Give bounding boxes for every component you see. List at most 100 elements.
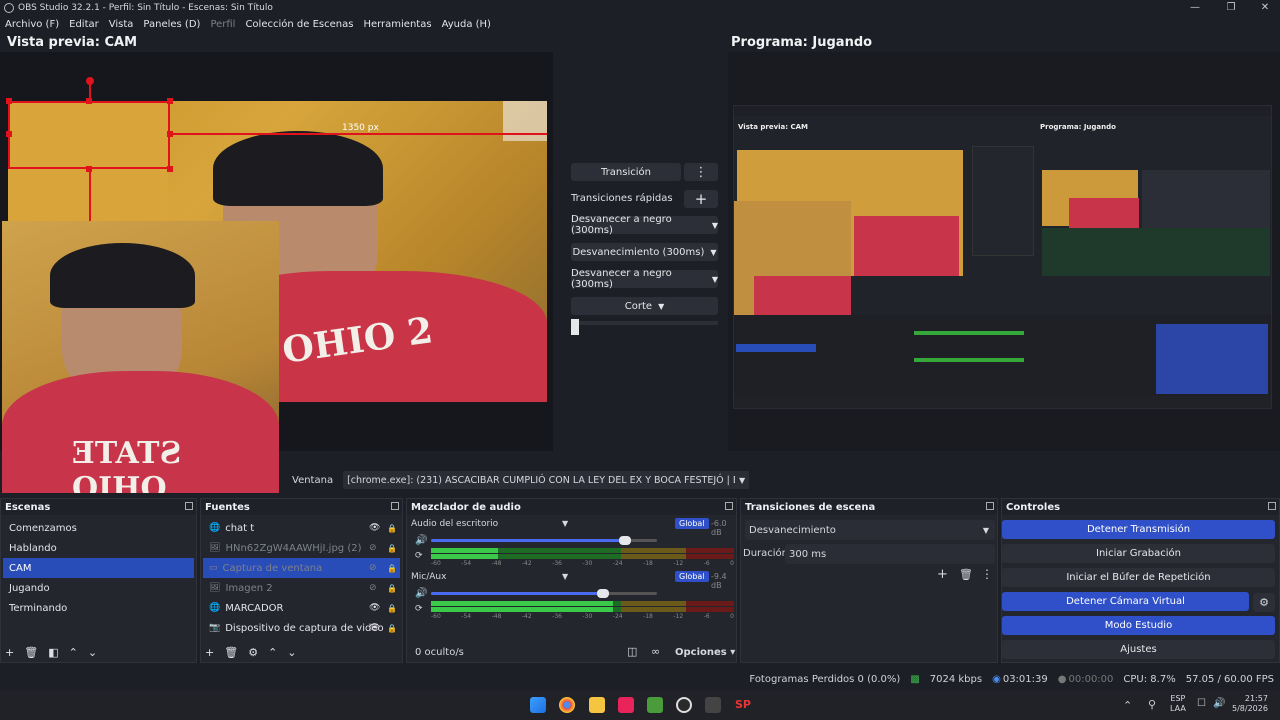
dock-float-icon[interactable] (391, 502, 399, 510)
add-source-icon[interactable]: + (205, 646, 214, 659)
window-select[interactable]: [chrome.exe]: (231) ASCACIBAR CUMPLIÓ CO… (343, 471, 738, 489)
selection-box[interactable] (8, 101, 170, 169)
eye-icon[interactable]: 👁 (369, 523, 380, 533)
trash-icon[interactable]: 🗑 (24, 646, 38, 659)
quick-transition-button[interactable]: Desvanecer a negro (300ms) ▼ (571, 214, 718, 236)
eye-icon[interactable]: 👁 (369, 623, 380, 633)
monitor-icon[interactable]: ☐ (1197, 698, 1206, 709)
scene-item[interactable]: Jugando (3, 578, 194, 598)
lock-icon[interactable]: 🔒 (387, 624, 397, 633)
menu-item-0[interactable]: Archivo (F) (5, 19, 59, 30)
source-item[interactable]: 🌐 chat t 👁 🔒 (203, 518, 400, 538)
source-item[interactable]: 📷 Dispositivo de captura de video 👁 🔒 (203, 618, 400, 638)
menu-item-7[interactable]: Ayuda (H) (442, 19, 491, 30)
maximize-button[interactable]: ❐ (1214, 0, 1248, 15)
duration-spinbox[interactable]: 300 ms (785, 544, 995, 564)
chrome-icon[interactable] (559, 697, 575, 713)
dock-float-icon[interactable] (185, 502, 193, 510)
dock-float-icon[interactable] (986, 502, 994, 510)
channel-menu-icon[interactable]: ▼ (562, 572, 568, 581)
chevron-down-icon[interactable]: ▼ (735, 471, 750, 489)
control-button[interactable]: Detener Cámara Virtual (1002, 592, 1249, 611)
scene-item[interactable]: Comenzamos (3, 518, 194, 538)
obs-icon[interactable] (676, 697, 692, 713)
monitor-icon[interactable]: ⟳ (415, 551, 423, 561)
camera-source-preview[interactable]: ƎTATƧ OIHO (2, 221, 279, 493)
tools-icon[interactable] (705, 697, 721, 713)
volume-icon[interactable]: 🔊 (1213, 698, 1225, 709)
move-up-icon[interactable]: ⌃ (268, 646, 277, 659)
scene-item[interactable]: CAM (3, 558, 194, 578)
menu-item-2[interactable]: Vista (109, 19, 134, 30)
source-item[interactable]: 🖼 HNn62ZgW4AAWHjI.jpg (2) ⊘ 🔒 (203, 538, 400, 558)
resize-handle[interactable] (86, 98, 92, 104)
control-button[interactable]: Iniciar el Búfer de Repetición (1002, 568, 1275, 587)
quick-transition-button[interactable]: Desvanecer a negro (300ms) ▼ (571, 268, 718, 290)
dock-float-icon[interactable] (725, 502, 733, 510)
speaker-icon[interactable]: 🔊 (415, 535, 427, 546)
eye-icon[interactable]: 👁 (369, 603, 380, 613)
add-transition-icon[interactable]: + (937, 567, 948, 582)
resize-handle[interactable] (6, 131, 12, 137)
windows-start-icon[interactable] (530, 697, 546, 713)
chevron-up-icon[interactable]: ⌃ (1123, 699, 1132, 712)
close-button[interactable]: ✕ (1248, 0, 1280, 15)
menu-item-3[interactable]: Paneles (D) (143, 19, 200, 30)
menu-item-6[interactable]: Herramientas (363, 19, 431, 30)
resize-handle[interactable] (6, 98, 12, 104)
app-sp-icon[interactable]: SP (735, 698, 751, 711)
gear-icon[interactable]: ⚙ (1253, 593, 1275, 612)
rotation-handle[interactable] (86, 77, 94, 85)
menu-item-1[interactable]: Editar (69, 19, 99, 30)
link-icon[interactable]: ∞ (651, 645, 660, 658)
scene-item[interactable]: Hablando (3, 538, 194, 558)
eye-hidden-icon[interactable]: ⊘ (369, 583, 377, 593)
control-button[interactable]: Detener Transmisión (1002, 520, 1275, 539)
lock-icon[interactable]: 🔒 (387, 544, 397, 553)
lock-icon[interactable]: 🔒 (387, 604, 397, 613)
mixer-options-button[interactable]: Opciones ▾ (675, 647, 735, 658)
resize-handle[interactable] (167, 166, 173, 172)
layout-icon[interactable]: ◫ (627, 645, 637, 658)
source-item[interactable]: 🌐 MARCADOR 👁 🔒 (203, 598, 400, 618)
monitor-icon[interactable]: ⟳ (415, 604, 423, 614)
lock-icon[interactable]: 🔒 (387, 524, 397, 533)
trash-icon[interactable]: 🗑 (959, 568, 973, 581)
quick-transition-button[interactable]: Desvanecimiento (300ms) ▼ (571, 243, 718, 261)
move-down-icon[interactable]: ⌄ (88, 646, 97, 659)
move-up-icon[interactable]: ⌃ (69, 646, 78, 659)
lock-icon[interactable]: 🔒 (387, 584, 397, 593)
control-button[interactable]: Modo Estudio (1002, 616, 1275, 635)
move-down-icon[interactable]: ⌄ (287, 646, 296, 659)
add-scene-icon[interactable]: + (5, 646, 14, 659)
speaker-icon[interactable]: 🔊 (415, 588, 427, 599)
tbar-track[interactable] (571, 321, 718, 325)
minecraft-icon[interactable] (647, 697, 663, 713)
add-quick-transition-icon[interactable]: + (684, 190, 718, 208)
folder-icon[interactable] (589, 697, 605, 713)
transition-menu-icon[interactable]: ⋮ (684, 163, 718, 181)
source-item[interactable]: 🖼 Imagen 2 ⊘ 🔒 (203, 578, 400, 598)
menu-item-4[interactable]: Perfil (210, 19, 235, 30)
transition-menu-icon[interactable]: ⋮ (981, 567, 993, 581)
control-button[interactable]: Iniciar Grabación (1002, 544, 1275, 563)
language-indicator[interactable]: ESP LAA (1170, 694, 1186, 714)
gear-icon[interactable]: ⚙ (248, 646, 258, 659)
transition-button[interactable]: Transición (571, 163, 681, 181)
resize-handle[interactable] (167, 98, 173, 104)
volume-slider-handle[interactable] (619, 536, 632, 545)
tiktok-icon[interactable] (618, 697, 634, 713)
filter-icon[interactable]: ◧ (48, 646, 58, 659)
lock-icon[interactable]: 🔒 (387, 564, 397, 573)
eye-hidden-icon[interactable]: ⊘ (369, 543, 377, 553)
eye-hidden-icon[interactable]: ⊘ (369, 563, 377, 573)
resize-handle[interactable] (86, 166, 92, 172)
control-button[interactable]: Ajustes (1002, 640, 1275, 659)
quick-transition-button[interactable]: Corte ▼ (571, 297, 718, 315)
transition-select[interactable]: Desvanecimiento ▼ (745, 520, 995, 540)
menu-item-5[interactable]: Colección de Escenas (245, 19, 353, 30)
clock[interactable]: 21:57 5/8/2026 (1232, 694, 1268, 714)
resize-handle[interactable] (167, 131, 173, 137)
source-item[interactable]: ▭ Captura de ventana ⊘ 🔒 (203, 558, 400, 578)
scene-item[interactable]: Terminando (3, 598, 194, 618)
